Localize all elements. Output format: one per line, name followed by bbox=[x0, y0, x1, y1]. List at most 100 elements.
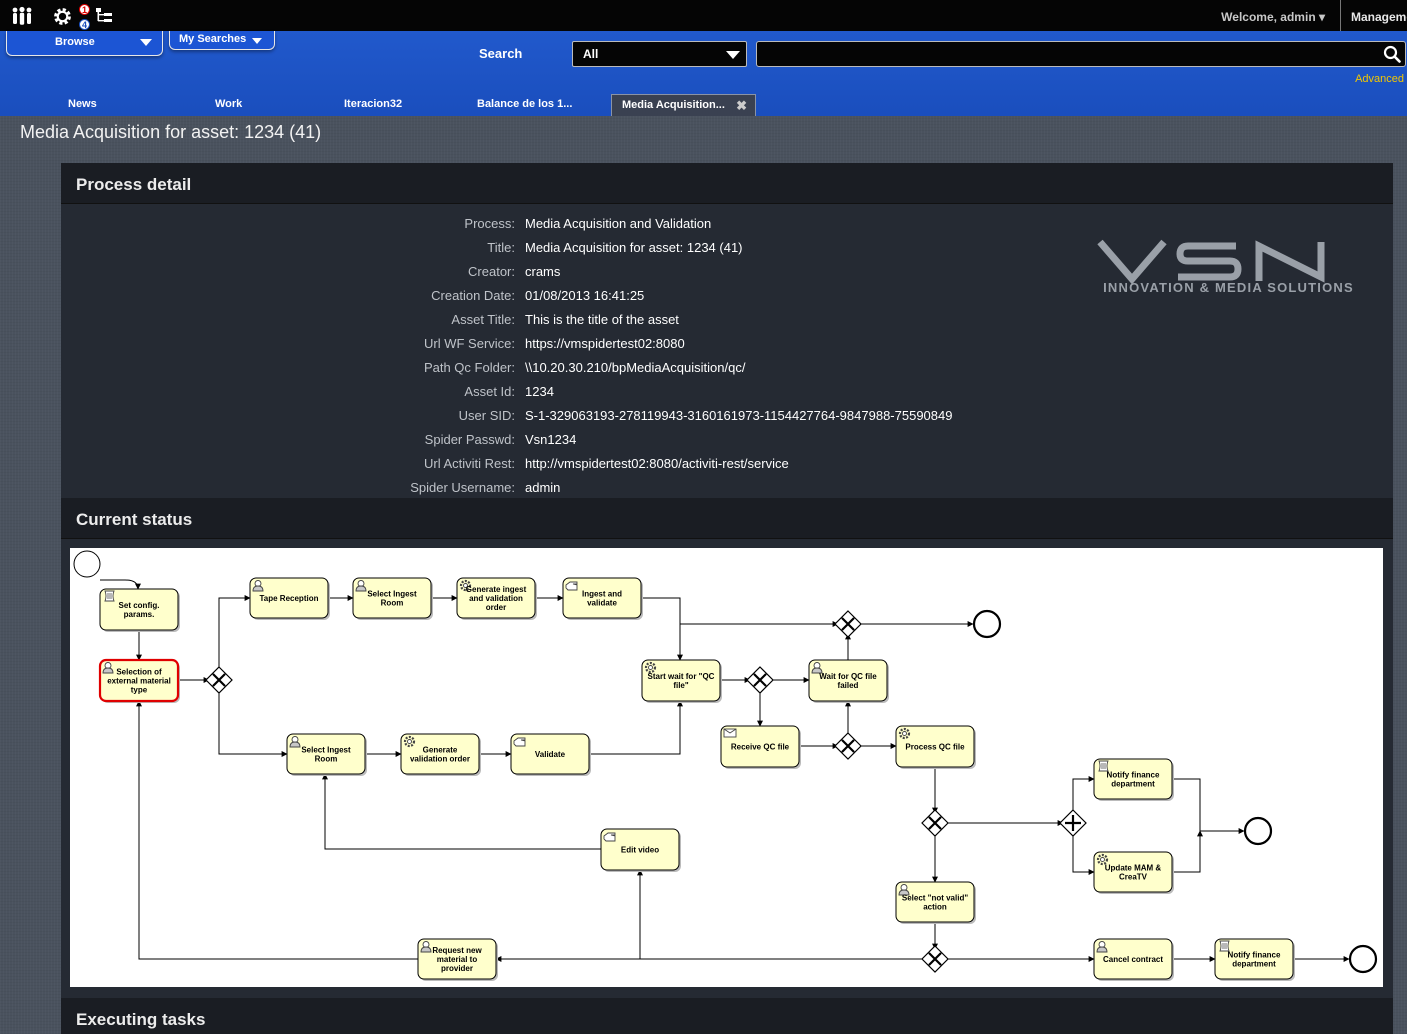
task-label: material to bbox=[437, 955, 478, 964]
task-label: validation order bbox=[410, 755, 470, 764]
process-task[interactable]: Edit video bbox=[600, 828, 681, 872]
process-diagram: Set config. params. Selection of external m… bbox=[70, 548, 1383, 987]
sequence-flow bbox=[1172, 778, 1245, 834]
gear-icon[interactable] bbox=[51, 5, 73, 27]
process-task[interactable]: Select "not valid"action bbox=[895, 881, 976, 924]
process-task[interactable]: Notify financedepartment bbox=[1093, 758, 1174, 801]
process-task[interactable]: Set config.params. bbox=[99, 588, 180, 632]
page-title: Media Acquisition for asset: 1234 (41) bbox=[20, 122, 322, 142]
task-label: Room bbox=[381, 599, 404, 608]
advanced-search-link[interactable]: Advanced bbox=[1355, 73, 1404, 85]
sequence-flow bbox=[136, 700, 418, 960]
manual-task-icon bbox=[565, 581, 578, 591]
search-icon[interactable] bbox=[1383, 45, 1401, 63]
process-task[interactable]: Cancel contract bbox=[1093, 938, 1174, 981]
search-label: Search bbox=[479, 46, 523, 61]
chevron-down-icon bbox=[726, 51, 740, 59]
task-label: Generate bbox=[423, 746, 458, 755]
manual-task-icon bbox=[603, 832, 616, 842]
detail-row: Path Qc Folder: \\10.20.30.210/bpMediaAcq… bbox=[61, 360, 1061, 380]
browse-button[interactable]: Browse bbox=[6, 31, 163, 56]
end-event bbox=[972, 609, 1002, 639]
detail-key: Creation Date: bbox=[431, 288, 515, 303]
notification-badge-red[interactable]: 1 bbox=[79, 4, 90, 15]
process-task[interactable]: Process QC file bbox=[895, 725, 976, 769]
process-task[interactable]: Wait for QC filefailed bbox=[808, 659, 889, 703]
detail-row: Asset Title: This is the title of the ass… bbox=[61, 312, 1061, 332]
process-task[interactable]: Select IngestRoom bbox=[286, 733, 367, 776]
search-input[interactable] bbox=[756, 41, 1406, 67]
sequence-flow bbox=[589, 700, 683, 755]
parallel-gateway bbox=[1059, 809, 1087, 837]
my-searches-button[interactable]: My Searches bbox=[169, 31, 275, 50]
detail-key: Asset Id: bbox=[464, 384, 515, 399]
vsn-tagline: INNOVATION & MEDIA SOLUTIONS bbox=[1103, 280, 1354, 295]
task-label: Request new bbox=[432, 946, 482, 955]
tab-media-acquisition[interactable]: Media Acquisition... ✖ bbox=[611, 94, 756, 116]
search-scope-select[interactable]: All bbox=[572, 41, 747, 67]
exclusive-gateway bbox=[834, 610, 862, 638]
close-icon[interactable]: ✖ bbox=[736, 98, 747, 114]
task-label: order bbox=[486, 603, 506, 612]
task-label: Process QC file bbox=[905, 743, 965, 752]
tab-iteracion32[interactable]: Iteracion32 bbox=[344, 94, 402, 116]
process-task[interactable]: Start wait for "QCfile" bbox=[641, 659, 722, 703]
process-task[interactable]: Update MAM &CreaTV bbox=[1093, 851, 1174, 894]
task-label: Room bbox=[315, 755, 338, 764]
detail-value: Media Acquisition for asset: 1234 (41) bbox=[525, 240, 743, 255]
task-label: action bbox=[923, 903, 947, 912]
header: Browse My Searches Search All Advanced N… bbox=[0, 31, 1407, 116]
process-task[interactable]: Request newmaterial toprovider bbox=[417, 938, 498, 981]
detail-value: Vsn1234 bbox=[525, 432, 577, 447]
task-label: CreaTV bbox=[1119, 873, 1148, 882]
sequence-flow bbox=[1072, 833, 1095, 875]
top-bar: 1 4 Welcome, admin ▾ Management bbox=[0, 0, 1407, 31]
welcome-menu[interactable]: Welcome, admin ▾ bbox=[1221, 10, 1325, 24]
process-task[interactable]: Tape Reception bbox=[249, 577, 330, 620]
task-label: Validate bbox=[535, 750, 566, 759]
detail-key: Process: bbox=[464, 216, 515, 231]
tab-news[interactable]: News bbox=[68, 94, 97, 116]
process-task[interactable]: Validate bbox=[510, 733, 591, 776]
detail-key: Path Qc Folder: bbox=[423, 360, 515, 375]
task-label: Ingest and bbox=[582, 590, 622, 599]
task-label: Edit video bbox=[621, 846, 659, 855]
sequence-flow bbox=[218, 690, 288, 757]
tab-media-acquisition-label: Media Acquisition... bbox=[622, 99, 725, 111]
sitemap-icon[interactable] bbox=[95, 5, 113, 27]
users-icon[interactable] bbox=[10, 5, 34, 27]
process-task[interactable]: Receive QC file bbox=[720, 725, 801, 769]
detail-key: Spider Username: bbox=[410, 480, 515, 495]
detail-key: Url Activiti Rest: bbox=[423, 456, 515, 471]
process-task[interactable]: Notify financedepartment bbox=[1214, 938, 1295, 981]
process-task[interactable]: Select IngestRoom bbox=[352, 577, 433, 620]
process-task[interactable]: Ingest andvalidate bbox=[562, 577, 643, 620]
detail-value: 01/08/2013 16:41:25 bbox=[525, 288, 645, 303]
task-label: validate bbox=[587, 599, 617, 608]
exclusive-gateway bbox=[746, 666, 774, 694]
exclusive-gateway bbox=[834, 732, 862, 760]
detail-value: admin bbox=[525, 480, 561, 495]
task-label: provider bbox=[441, 964, 473, 973]
detail-value: 1234 bbox=[525, 384, 554, 399]
detail-value: \\10.20.30.210/bpMediaAcquisition/qc/ bbox=[525, 360, 746, 375]
tab-work[interactable]: Work bbox=[215, 94, 242, 116]
task-label: type bbox=[131, 686, 148, 695]
end-event bbox=[1243, 816, 1273, 846]
process-task[interactable]: Selection ofexternal materialtype bbox=[98, 658, 180, 703]
task-label: Cancel contract bbox=[1103, 955, 1163, 964]
task-label: Selection of bbox=[116, 668, 162, 677]
task-label: department bbox=[1232, 960, 1276, 969]
sequence-flow bbox=[641, 597, 683, 661]
tab-balance[interactable]: Balance de los 1... bbox=[477, 94, 572, 116]
detail-value: S-1-329063193-278119943-3160161973-11544… bbox=[525, 408, 953, 423]
detail-row: Spider Passwd: Vsn1234 bbox=[61, 432, 1061, 452]
notification-badge-blue[interactable]: 4 bbox=[79, 19, 90, 30]
management-menu[interactable]: Management bbox=[1340, 0, 1407, 31]
detail-value: http://vmspidertest02:8080/activiti-rest… bbox=[525, 456, 789, 471]
task-label: Start wait for "QC bbox=[648, 672, 715, 681]
process-task[interactable]: Generatevalidation order bbox=[400, 733, 481, 776]
detail-key: User SID: bbox=[458, 408, 515, 423]
process-task[interactable]: Generate ingestand validationorder bbox=[456, 577, 537, 620]
detail-key: Url WF Service: bbox=[424, 336, 515, 351]
